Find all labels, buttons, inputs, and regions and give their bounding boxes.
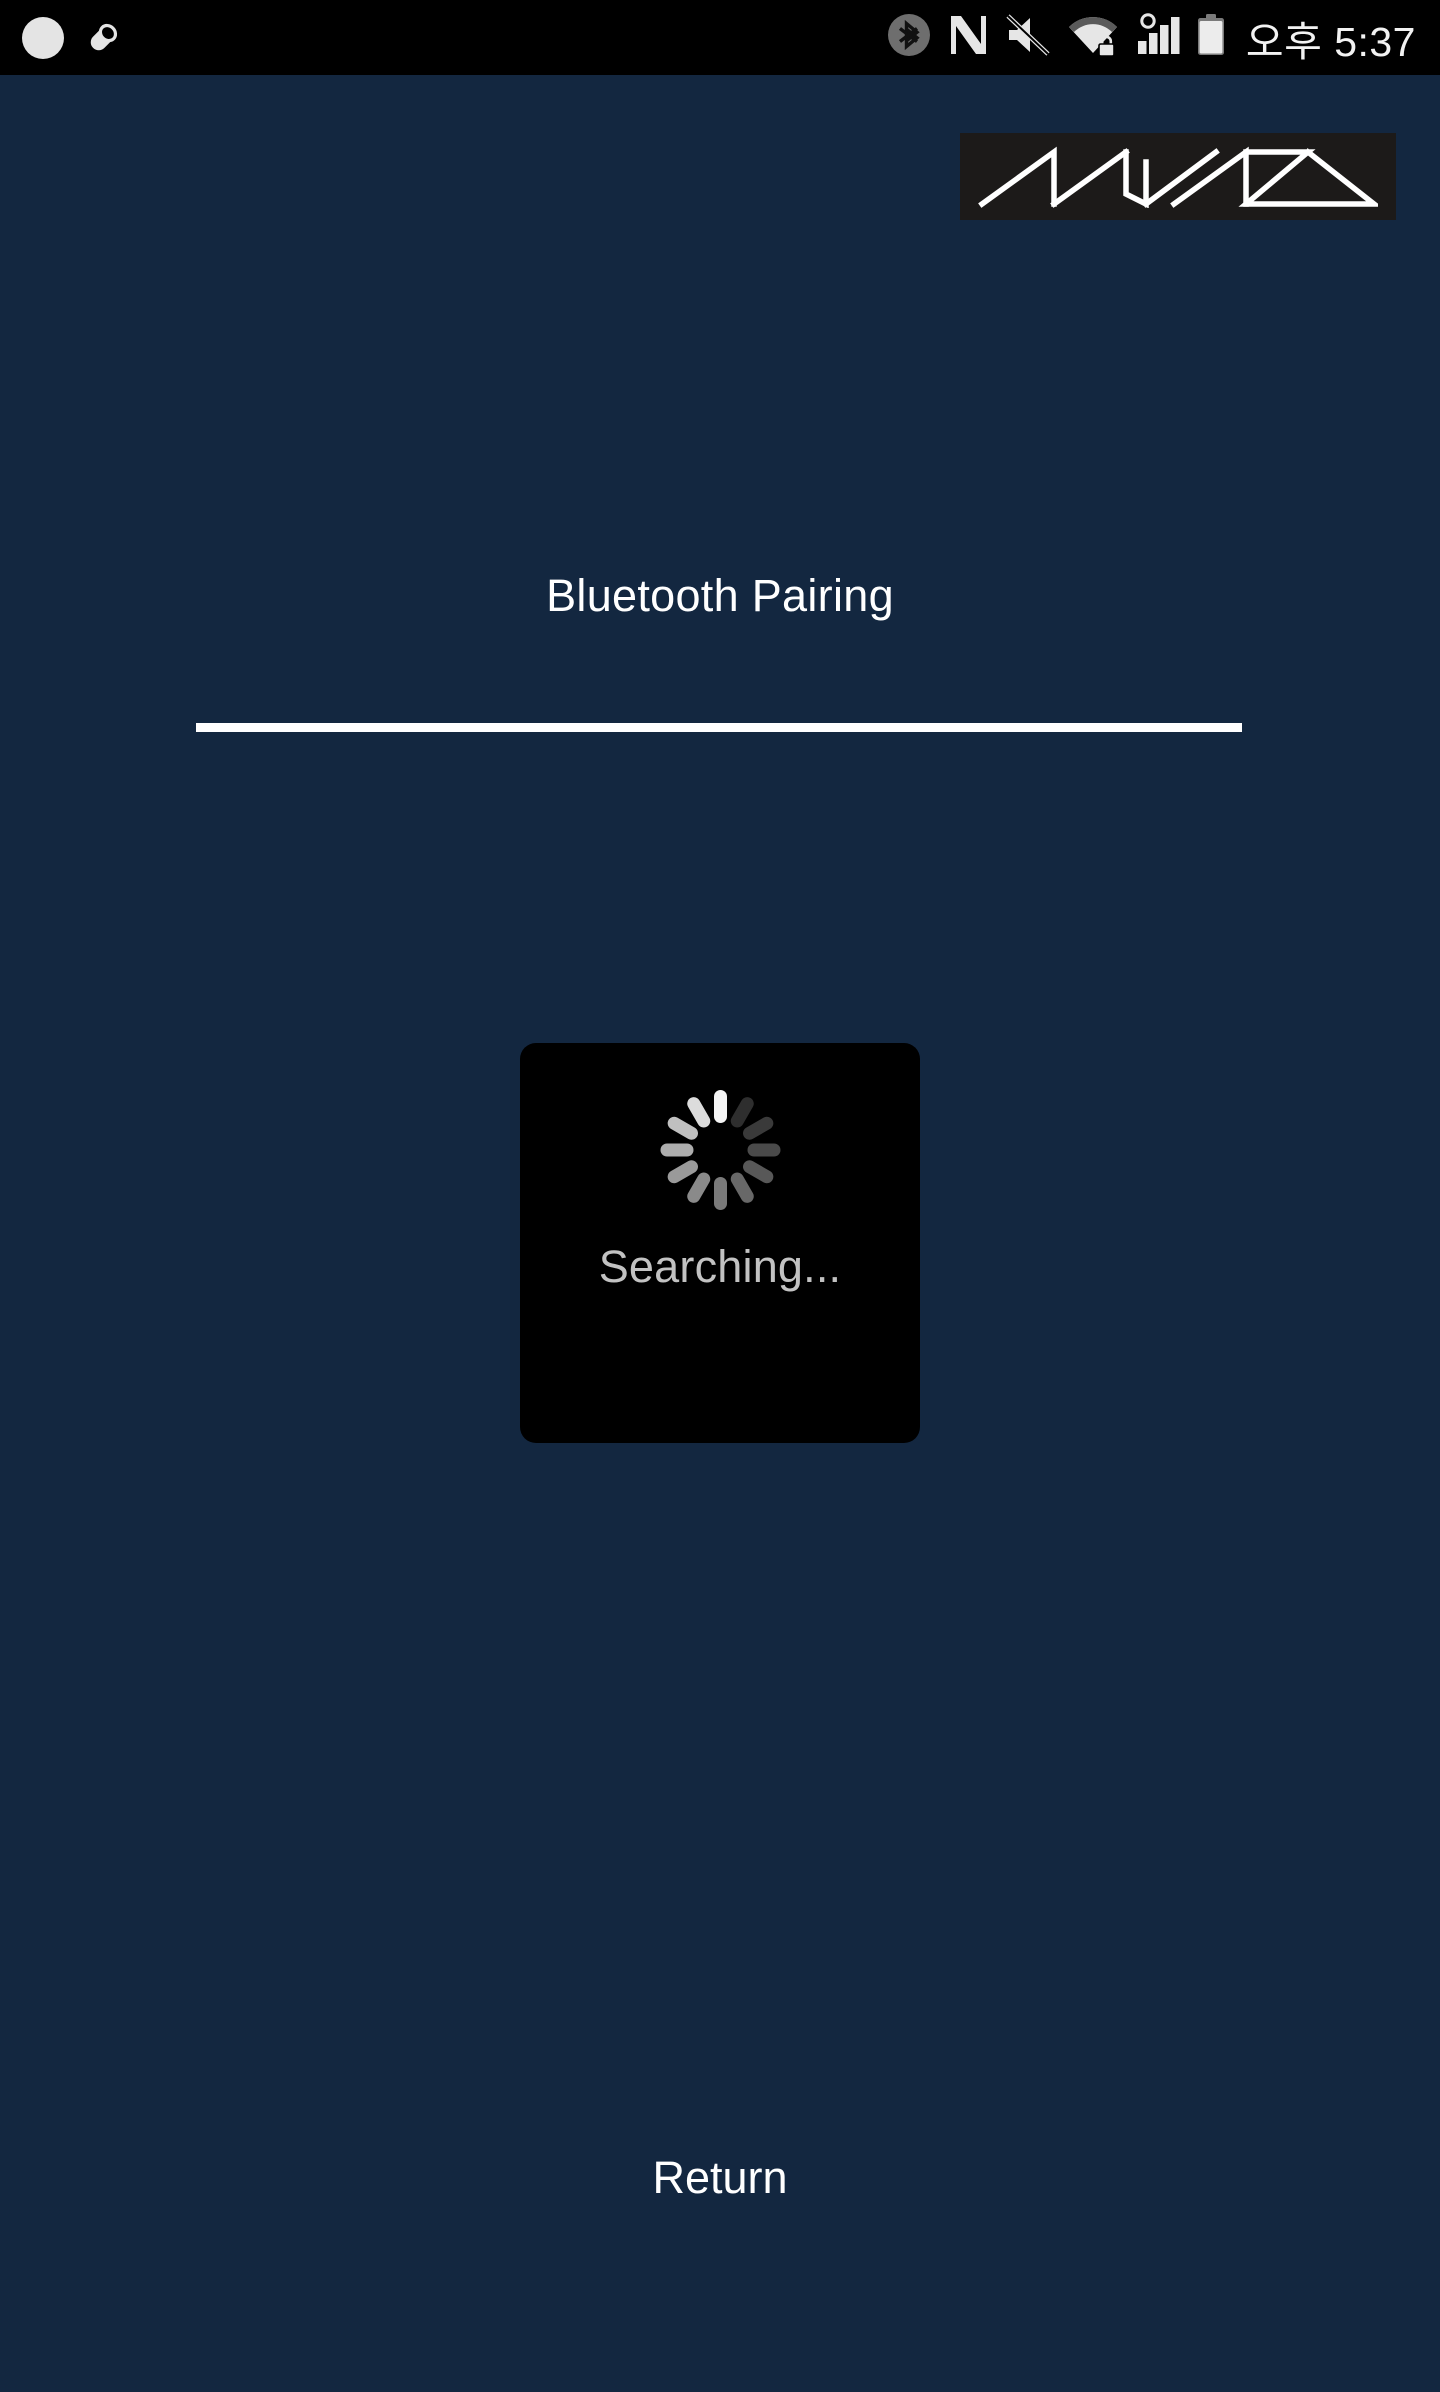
spinner-spoke	[747, 1143, 780, 1157]
spinner-spoke	[713, 1177, 727, 1210]
navis-logo	[960, 133, 1396, 220]
spinner-spoke	[713, 1090, 727, 1123]
dialog-status-label: Searching...	[598, 1241, 842, 1292]
status-bar: 오후 5:37	[0, 0, 1440, 75]
nfc-icon	[946, 12, 990, 63]
searching-dialog: Searching...	[520, 1043, 920, 1443]
battery-icon	[1196, 12, 1226, 63]
status-bar-system-icons: 오후 5:37	[886, 8, 1416, 68]
loading-spinner	[660, 1090, 780, 1210]
capsule-notification-icon	[82, 17, 124, 59]
status-bar-notifications	[22, 16, 124, 59]
cellular-signal-icon	[1134, 12, 1182, 63]
volume-mute-icon	[1004, 12, 1052, 63]
return-button[interactable]: Return	[0, 2140, 1440, 2216]
title-divider	[196, 723, 1242, 732]
bluetooth-icon	[886, 12, 932, 63]
status-bar-clock: 오후 5:37	[1245, 18, 1416, 65]
spinner-spoke	[660, 1143, 693, 1157]
wifi-secured-icon	[1066, 12, 1120, 63]
notification-dot-icon	[22, 16, 64, 59]
page-title: Bluetooth Pairing	[546, 570, 894, 621]
app-screen: 오후 5:37 Bluetooth Pairing Searching... R…	[0, 0, 1440, 2392]
